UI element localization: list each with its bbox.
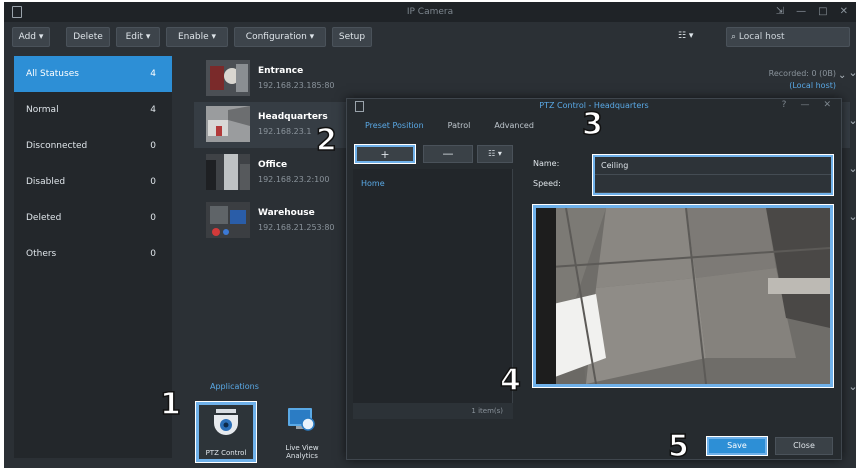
- camera-ip: 192.168.21.253:80: [258, 223, 335, 232]
- help-icon[interactable]: ?: [782, 100, 787, 110]
- recording-status: Recorded: 0 (0B) (Local host): [769, 68, 836, 92]
- chevron-down-icon[interactable]: ⌄: [847, 162, 856, 175]
- sidebar-item-count: 4: [150, 69, 156, 79]
- sidebar-item-deleted[interactable]: Deleted 0: [14, 200, 172, 236]
- status-sidebar: All Statuses 4 Normal 4 Disconnected 0 D…: [14, 56, 172, 458]
- sidebar-item-label: Deleted: [26, 213, 62, 223]
- camera-thumbnail: [206, 106, 250, 142]
- speed-label: Speed:: [533, 179, 561, 188]
- save-button[interactable]: Save: [706, 436, 768, 456]
- maximize-icon[interactable]: □: [818, 6, 827, 17]
- sidebar-item-label: All Statuses: [26, 69, 79, 79]
- dialog-footer: Save Close: [347, 431, 841, 459]
- preset-toolbar: + — ☷ ▾: [353, 143, 513, 165]
- recording-status-text: Recorded: 0 (0B): [768, 69, 836, 78]
- preset-list: Home: [353, 169, 513, 403]
- chevron-down-icon[interactable]: ⌄: [847, 66, 856, 79]
- add-button[interactable]: Add ▾: [12, 27, 50, 47]
- app-window: IP Camera ⇲ — □ ✕ Add ▾ Delete Edit ▾ En…: [4, 2, 856, 468]
- minimize-icon[interactable]: —: [796, 6, 806, 17]
- camera-name: Headquarters: [258, 112, 328, 122]
- tab-patrol[interactable]: Patrol: [448, 121, 471, 130]
- sidebar-item-label: Normal: [26, 105, 59, 115]
- ptz-control-dialog: PTZ Control - Headquarters ? — ✕ Preset …: [346, 98, 842, 460]
- step-marker-1: 1: [159, 387, 181, 422]
- live-preview: [532, 204, 834, 388]
- applications-label: Applications: [210, 382, 259, 391]
- preset-view-select[interactable]: ☷ ▾: [477, 145, 513, 163]
- add-preset-button[interactable]: +: [354, 144, 416, 164]
- camera-ip: 192.168.23.2:100: [258, 175, 330, 184]
- ptz-camera-icon: [214, 409, 238, 435]
- sidebar-item-normal[interactable]: Normal 4: [14, 92, 172, 128]
- sidebar-item-others[interactable]: Others 0: [14, 236, 172, 272]
- enable-button[interactable]: Enable ▾: [166, 27, 228, 47]
- camera-ip: 192.168.23.1: [258, 127, 312, 136]
- search-icon: ⌕: [731, 32, 737, 42]
- setup-button[interactable]: Setup: [332, 27, 372, 47]
- sidebar-item-disabled[interactable]: Disabled 0: [14, 164, 172, 200]
- tab-advanced[interactable]: Advanced: [494, 121, 534, 130]
- sidebar-item-count: 4: [150, 105, 156, 115]
- step-marker-3: 3: [581, 107, 603, 142]
- camera-thumbnail: [206, 154, 250, 190]
- analytics-monitor-icon: [288, 408, 315, 431]
- sidebar-item-count: 0: [150, 177, 156, 187]
- edit-button[interactable]: Edit ▾: [116, 27, 160, 47]
- title-bar: IP Camera ⇲ — □ ✕: [4, 2, 856, 22]
- list-expand-column: ⌄ ⌄ ⌄ ⌄ ⌄: [847, 56, 856, 458]
- ceiling-camera-image: [536, 208, 830, 384]
- camera-row-entrance[interactable]: Entrance 192.168.23.185:80 Recorded: 0 (…: [194, 56, 850, 102]
- live-view-analytics-app[interactable]: Live View Analytics: [272, 402, 332, 462]
- window-controls: ⇲ — □ ✕: [776, 6, 848, 17]
- window-title: IP Camera: [406, 7, 454, 17]
- toolbar: Add ▾ Delete Edit ▾ Enable ▾ Configurati…: [4, 24, 856, 50]
- tab-preset-position[interactable]: Preset Position: [365, 121, 424, 130]
- camera-thumbnail: [206, 60, 250, 96]
- remove-preset-button[interactable]: —: [423, 145, 473, 163]
- configuration-button[interactable]: Configuration ▾: [234, 27, 326, 47]
- dialog-tabs: Preset Position Patrol Advanced: [365, 121, 534, 130]
- sidebar-item-label: Disconnected: [26, 141, 88, 151]
- minimize-icon[interactable]: —: [800, 100, 809, 110]
- pin-icon[interactable]: ⇲: [776, 6, 784, 17]
- sidebar-item-count: 0: [150, 213, 156, 223]
- camera-thumbnail: [206, 202, 250, 238]
- search-input[interactable]: ⌕ Local host: [726, 27, 850, 47]
- sidebar-item-label: Others: [26, 249, 57, 259]
- camera-name: Office: [258, 160, 288, 170]
- preset-fields: Ceiling: [592, 154, 834, 196]
- app-label: Live View Analytics: [285, 444, 319, 460]
- delete-button[interactable]: Delete: [66, 27, 110, 47]
- speed-field[interactable]: [595, 175, 831, 193]
- sidebar-item-count: 0: [150, 141, 156, 151]
- sidebar-item-label: Disabled: [26, 177, 66, 187]
- search-placeholder: Local host: [738, 32, 785, 42]
- close-icon[interactable]: ✕: [840, 6, 848, 17]
- sidebar-item-all-statuses[interactable]: All Statuses 4: [14, 56, 172, 92]
- name-field[interactable]: Ceiling: [595, 157, 831, 175]
- chevron-down-icon[interactable]: ⌄: [847, 210, 856, 223]
- app-label: PTZ Control: [205, 449, 247, 457]
- close-button[interactable]: Close: [775, 437, 833, 455]
- preset-count: 1 item(s): [353, 403, 513, 419]
- name-label: Name:: [533, 159, 560, 168]
- chevron-down-icon[interactable]: ⌄: [847, 114, 856, 127]
- camera-name: Warehouse: [258, 208, 315, 218]
- close-icon[interactable]: ✕: [823, 100, 831, 110]
- preset-item-home[interactable]: Home: [361, 179, 385, 188]
- sidebar-item-count: 0: [150, 249, 156, 259]
- sidebar-item-disconnected[interactable]: Disconnected 0: [14, 128, 172, 164]
- chevron-down-icon[interactable]: ⌄: [847, 380, 856, 393]
- camera-name: Entrance: [258, 66, 304, 76]
- ptz-control-app[interactable]: PTZ Control: [195, 401, 257, 463]
- dialog-window-controls: ? — ✕: [782, 100, 831, 110]
- step-marker-5: 5: [667, 429, 689, 464]
- view-mode-select[interactable]: ☷ ▾: [678, 27, 720, 47]
- step-marker-2: 2: [315, 123, 337, 158]
- recording-host-link[interactable]: (Local host): [769, 80, 836, 92]
- step-marker-4: 4: [499, 363, 521, 398]
- camera-ip: 192.168.23.185:80: [258, 81, 335, 90]
